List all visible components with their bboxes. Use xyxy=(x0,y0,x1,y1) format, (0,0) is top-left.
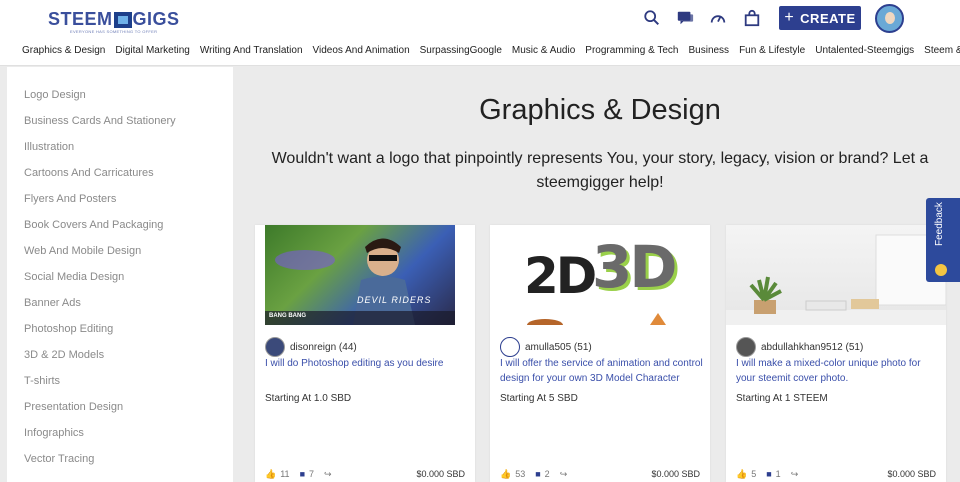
sidebar-item[interactable]: Banner Ads xyxy=(24,297,81,309)
gig-seller[interactable]: amulla505 (51) xyxy=(500,337,592,357)
share-icon[interactable]: ↪ xyxy=(324,469,332,480)
like-stat[interactable]: 👍 11 xyxy=(265,469,290,480)
sidebar-item[interactable]: Logo Design xyxy=(24,89,86,101)
create-label: CREATE xyxy=(800,10,856,26)
category-nav: Graphics & Design Digital Marketing Writ… xyxy=(22,44,960,58)
category-link[interactable]: Fun & Lifestyle xyxy=(739,44,805,58)
gig-title[interactable]: I will offer the service of animation an… xyxy=(500,356,705,386)
sidebar-item[interactable]: Book Covers And Packaging xyxy=(24,219,163,231)
sidebar-item[interactable]: 3D & 2D Models xyxy=(24,349,104,361)
category-link[interactable]: Programming & Tech xyxy=(585,44,678,58)
smile-icon xyxy=(935,264,947,276)
gig-price: Starting At 5 SBD xyxy=(500,393,578,404)
plus-icon: + xyxy=(784,9,795,26)
gig-card[interactable]: 2D 3D amulla505 (51) I will offer the se… xyxy=(490,225,710,482)
like-count: 53 xyxy=(515,469,526,479)
gig-stats: 👍 11 ■ 7 ↪ $0.000 SBD xyxy=(265,468,465,480)
category-link[interactable]: Steem & Steemit xyxy=(924,44,960,58)
sidebar-item[interactable]: T-shirts xyxy=(24,375,60,387)
gig-image[interactable]: 2D 3D xyxy=(500,225,690,325)
thumbs-up-icon: 👍 xyxy=(736,468,748,479)
sidebar-item[interactable]: Social Media Design xyxy=(24,271,124,283)
logo-left: STEEM xyxy=(48,9,113,29)
comment-icon: ■ xyxy=(535,469,541,479)
comment-stat[interactable]: ■ 7 xyxy=(300,469,314,479)
gig-stats: 👍 5 ■ 1 ↪ $0.000 SBD xyxy=(736,468,936,480)
category-link[interactable]: Business xyxy=(688,44,729,58)
gig-price: Starting At 1 STEEM xyxy=(736,393,828,404)
seller-avatar[interactable] xyxy=(500,337,520,357)
page-subtitle: Wouldn't want a logo that pinpointly rep… xyxy=(271,150,929,191)
category-link[interactable]: Graphics & Design xyxy=(22,44,105,58)
sidebar-item[interactable]: Presentation Design xyxy=(24,401,123,413)
page-title: Graphics & Design xyxy=(479,94,721,126)
comment-stat[interactable]: ■ 1 xyxy=(766,469,780,479)
seller-username[interactable]: amulla505 (51) xyxy=(525,342,592,353)
gig-price: Starting At 1.0 SBD xyxy=(265,393,352,404)
gig-earnings: $0.000 SBD xyxy=(887,469,936,479)
chat-icon[interactable] xyxy=(676,9,694,27)
comment-count: 1 xyxy=(775,469,781,479)
dashboard-icon[interactable] xyxy=(709,9,727,27)
sidebar-item[interactable]: Cartoons And Carricatures xyxy=(24,167,154,179)
seller-username[interactable]: abdullahkhan9512 (51) xyxy=(761,342,863,353)
search-icon[interactable] xyxy=(643,9,661,27)
seller-username[interactable]: disonreign (44) xyxy=(290,342,357,353)
gig-card[interactable]: abdullahkhan9512 (51) I will make a mixe… xyxy=(726,225,946,482)
like-stat[interactable]: 👍 5 xyxy=(736,469,756,480)
comment-count: 2 xyxy=(544,469,550,479)
bag-icon[interactable] xyxy=(743,9,761,27)
gig-image-caption: DEVIL RIDERS xyxy=(357,295,432,305)
sidebar-item[interactable]: Illustration xyxy=(24,141,74,153)
create-button[interactable]: + CREATE xyxy=(779,6,861,30)
share-icon[interactable]: ↪ xyxy=(560,469,568,480)
sidebar-item[interactable]: Vector Tracing xyxy=(24,453,94,465)
header: STEEM GIGS EVERYONE HAS SOMETHING TO OFF… xyxy=(0,0,960,66)
gig-seller[interactable]: abdullahkhan9512 (51) xyxy=(736,337,863,357)
user-avatar[interactable] xyxy=(875,4,904,33)
thumbs-up-icon: 👍 xyxy=(265,468,277,479)
logo-right: GIGS xyxy=(132,9,180,29)
sidebar-item[interactable]: Web And Mobile Design xyxy=(24,245,141,257)
gig-earnings: $0.000 SBD xyxy=(416,469,465,479)
gig-earnings: $0.000 SBD xyxy=(651,469,700,479)
feedback-label: Feedback xyxy=(934,202,945,246)
category-link[interactable]: Writing And Translation xyxy=(200,44,303,58)
category-link[interactable]: SurpassingGoogle xyxy=(420,44,502,58)
gig-title[interactable]: I will make a mixed-color unique photo f… xyxy=(736,356,941,386)
category-link[interactable]: Digital Marketing xyxy=(115,44,189,58)
comment-count: 7 xyxy=(309,469,315,479)
like-count: 5 xyxy=(751,469,757,479)
seller-avatar[interactable] xyxy=(736,337,756,357)
comment-icon: ■ xyxy=(299,469,305,479)
seller-avatar[interactable] xyxy=(265,337,285,357)
sidebar-item[interactable]: Infographics xyxy=(24,427,84,439)
sidebar: Logo Design Business Cards And Stationer… xyxy=(7,67,233,482)
comment-icon: ■ xyxy=(766,469,772,479)
like-stat[interactable]: 👍 53 xyxy=(500,469,525,480)
gig-image[interactable] xyxy=(726,225,946,325)
comment-stat[interactable]: ■ 2 xyxy=(535,469,549,479)
gig-seller[interactable]: disonreign (44) xyxy=(265,337,357,357)
gig-title[interactable]: I will do Photoshop editing as you desir… xyxy=(265,356,470,371)
feedback-tab[interactable]: Feedback xyxy=(926,198,960,282)
sidebar-item[interactable]: Flyers And Posters xyxy=(24,193,116,205)
category-link[interactable]: Music & Audio xyxy=(512,44,575,58)
share-icon[interactable]: ↪ xyxy=(791,469,799,480)
gig-stats: 👍 53 ■ 2 ↪ $0.000 SBD xyxy=(500,468,700,480)
logo-monitor-icon xyxy=(113,11,132,28)
logo[interactable]: STEEM GIGS EVERYONE HAS SOMETHING TO OFF… xyxy=(48,9,180,34)
gig-image[interactable]: DEVIL RIDERS BANG BANG xyxy=(265,225,455,325)
gig-image-caption: BANG BANG xyxy=(269,313,306,319)
category-link[interactable]: Untalented-Steemgigs xyxy=(815,44,914,58)
gig-card[interactable]: DEVIL RIDERS BANG BANG disonreign (44) I… xyxy=(255,225,475,482)
like-count: 11 xyxy=(280,469,290,479)
sidebar-item[interactable]: Business Cards And Stationery xyxy=(24,115,176,127)
sidebar-item[interactable]: Photoshop Editing xyxy=(24,323,113,335)
category-link[interactable]: Videos And Animation xyxy=(313,44,410,58)
thumbs-up-icon: 👍 xyxy=(500,468,512,479)
